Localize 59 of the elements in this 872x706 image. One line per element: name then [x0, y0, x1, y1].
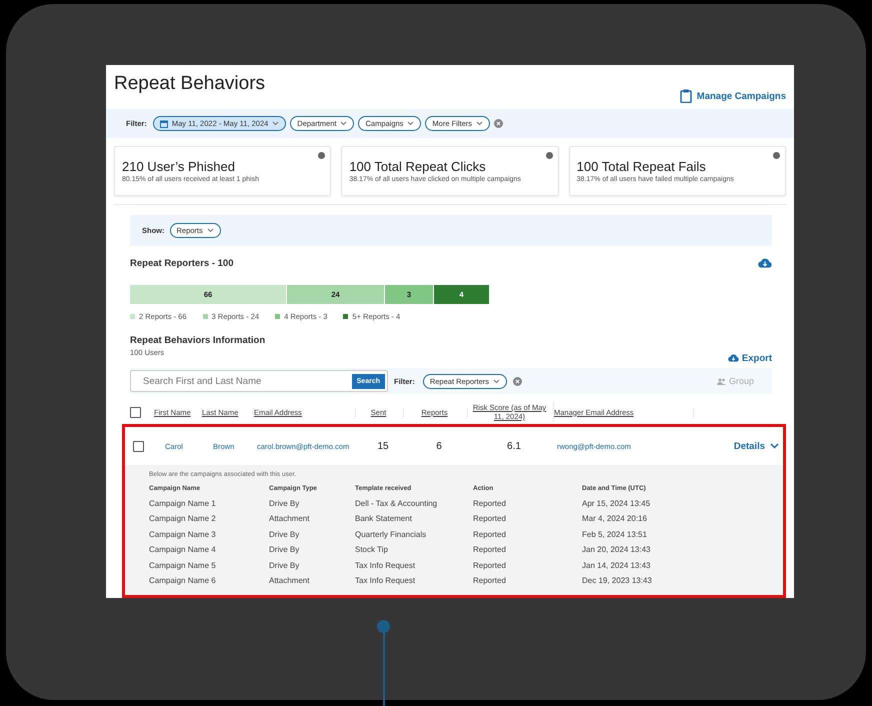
page-title: Repeat Behaviors — [114, 73, 266, 95]
leader-dot — [377, 620, 390, 633]
table-cell-text: Drive By — [269, 498, 300, 508]
table-cell-text: Campaign Name 3 — [149, 530, 217, 538]
section-title: Repeat Behaviors Information — [130, 335, 266, 346]
table-cell-text: Reported — [473, 576, 507, 585]
section-title: Repeat Reporters - 100 — [130, 258, 234, 269]
chevron-icon — [493, 378, 500, 384]
table-cell-text: Attachment — [269, 576, 310, 585]
table-cell-text: Dec 19, 2023 13:43 — [582, 576, 653, 585]
table-cell-text: Campaign Name 2 — [149, 514, 217, 523]
table-cell-text: 15 — [376, 440, 390, 452]
table-cell-text: Quarterly Financials — [355, 530, 428, 538]
chevron-icon — [340, 121, 348, 126]
cloud-download-icon — [728, 354, 739, 363]
table-cell-text: Drive By — [269, 560, 300, 570]
table-cell-text: Stock Tip — [355, 545, 389, 554]
table-cell-text: Apr 15, 2024 13:45 — [582, 498, 652, 508]
table-cell-text: 6 — [435, 440, 443, 452]
clear-icon[interactable] — [513, 376, 522, 386]
table-cell-text: Reported — [473, 545, 507, 554]
chevron-icon — [476, 121, 484, 126]
table-cell-text: Campaign Name 6 — [149, 576, 217, 585]
chevron-icon — [206, 228, 214, 233]
calendar-icon — [160, 120, 168, 128]
table-cell-text: Dell - Tax & Accounting — [355, 498, 438, 508]
table-cell-text: Feb 5, 2024 13:51 — [582, 530, 648, 538]
table-cell-text: Drive By — [269, 530, 300, 538]
chevron-icon — [770, 443, 779, 449]
table-cell-text: Tax Info Request — [355, 576, 416, 585]
table-cell-text: Reported — [473, 530, 507, 538]
stat-title: 100 Total Repeat Clicks — [349, 159, 487, 174]
export-link[interactable]: Export — [728, 353, 772, 364]
table-cell-text: Jan 14, 2024 13:43 — [582, 560, 652, 570]
table-cell-text: Mar 4, 2024 20:16 — [582, 514, 648, 523]
table-cell-text: 6.1 — [506, 440, 522, 452]
table-cell-text: Attachment — [269, 514, 310, 523]
details-toggle[interactable]: Details — [697, 440, 783, 452]
table-cell-text: Jan 20, 2024 13:43 — [582, 545, 652, 554]
table-cell-text: Reported — [473, 514, 507, 523]
table-cell-text: Campaign Name 4 — [149, 545, 217, 554]
clipboard-icon — [680, 89, 692, 103]
table-cell-text: Campaign Name 1 — [149, 498, 217, 508]
table-cell-text: Reported — [473, 498, 507, 508]
manage-campaigns-link[interactable]: Manage Campaigns — [680, 89, 786, 103]
table-cell-text: Bank Statement — [355, 514, 413, 523]
table-cell-text: Tax Info Request — [355, 560, 416, 570]
cloud-download-icon — [758, 258, 772, 269]
people-icon — [716, 378, 726, 384]
chevron-icon — [272, 121, 280, 126]
stat-title: 210 User’s Phished — [122, 159, 236, 174]
row-checkbox[interactable] — [133, 440, 144, 452]
table-cell-text: Campaign Name 5 — [149, 560, 217, 570]
select-all-checkbox[interactable] — [130, 406, 141, 418]
table-cell-text: Drive By — [269, 545, 300, 554]
stat-title: 100 Total Repeat Fails — [576, 159, 707, 174]
table-cell-text: Reported — [473, 560, 507, 570]
clear-icon[interactable] — [494, 119, 504, 128]
chevron-icon — [407, 121, 414, 126]
